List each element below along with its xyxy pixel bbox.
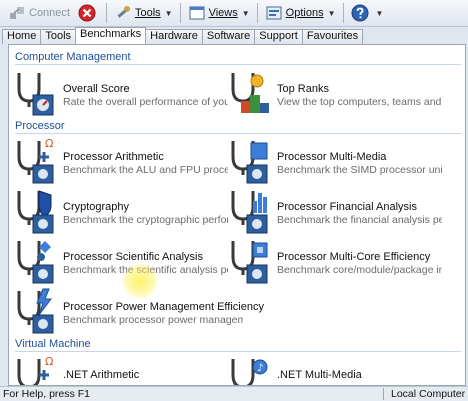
stethoscope-ranks-icon bbox=[231, 73, 269, 113]
stethoscope-gauge-icon bbox=[17, 73, 54, 116]
tab-benchmarks[interactable]: Benchmarks bbox=[75, 27, 147, 44]
benchmark-item-overall-score[interactable]: Overall Score Rate the overall performan… bbox=[13, 69, 228, 117]
options-label: Options bbox=[285, 7, 324, 19]
item-title: Processor Financial Analysis bbox=[277, 201, 418, 213]
tab-software[interactable]: Software bbox=[201, 29, 256, 44]
tools-label: Tools bbox=[134, 7, 161, 19]
svg-text:♪: ♪ bbox=[257, 363, 263, 374]
connect-button[interactable]: Connect bbox=[4, 2, 74, 24]
item-description: Rate the overall performance of your co.… bbox=[63, 96, 228, 108]
item-title: Processor Multi-Core Efficiency bbox=[277, 251, 431, 263]
stethoscope-multicore-icon bbox=[231, 241, 268, 284]
benchmark-item-net-multimedia[interactable]: ♪ .NET Multi-Media bbox=[227, 355, 442, 385]
chevron-down-icon: ▼ bbox=[375, 8, 384, 18]
pointer-highlight bbox=[122, 263, 158, 299]
tab-hardware[interactable]: Hardware bbox=[145, 29, 203, 44]
tab-favourites[interactable]: Favourites bbox=[301, 29, 364, 44]
tab-support[interactable]: Support bbox=[254, 29, 303, 44]
item-title: Cryptography bbox=[63, 201, 130, 213]
stethoscope-scientific-icon bbox=[17, 241, 54, 284]
toolbar-separator bbox=[179, 3, 181, 23]
benchmark-item-cryptography[interactable]: Cryptography Benchmark the cryptographic… bbox=[13, 187, 228, 235]
chevron-down-icon: ▼ bbox=[327, 8, 336, 18]
stethoscope-net-arithmetic-icon: Ω bbox=[17, 355, 53, 385]
help-menu-button[interactable]: ▼ bbox=[347, 2, 388, 24]
stethoscope-net-multimedia-icon: ♪ bbox=[231, 359, 268, 385]
section-divider bbox=[15, 351, 461, 352]
item-description: Benchmark core/module/package inter... bbox=[277, 264, 442, 276]
stethoscope-arithmetic-icon: Ω bbox=[17, 137, 54, 184]
tab-bar: Home Tools Benchmarks Hardware Software … bbox=[0, 27, 468, 44]
tab-tools[interactable]: Tools bbox=[40, 29, 77, 44]
tools-menu-button[interactable]: Tools ▼ bbox=[110, 2, 177, 24]
section-divider bbox=[15, 64, 461, 65]
item-title: Processor Power Management Efficiency bbox=[63, 301, 264, 313]
item-title: .NET Multi-Media bbox=[277, 369, 362, 381]
views-menu-button[interactable]: Views ▼ bbox=[184, 2, 254, 24]
item-description: Benchmark processor power managem... bbox=[63, 314, 243, 326]
item-description: Benchmark the SIMD processor units bbox=[277, 164, 442, 176]
benchmark-item-processor-multicore-efficiency[interactable]: Processor Multi-Core Efficiency Benchmar… bbox=[227, 237, 442, 285]
stethoscope-financial-icon bbox=[231, 191, 268, 234]
item-description: Benchmark the financial analysis perfo..… bbox=[277, 214, 442, 226]
views-icon bbox=[189, 6, 205, 20]
connect-icon bbox=[10, 7, 24, 19]
svg-text:Ω: Ω bbox=[45, 137, 53, 150]
disconnect-button[interactable] bbox=[74, 2, 103, 24]
item-description: Benchmark the cryptographic performa... bbox=[63, 214, 228, 226]
close-circle-icon bbox=[78, 4, 96, 22]
benchmark-item-top-ranks[interactable]: Top Ranks View the top computers, teams … bbox=[227, 69, 442, 117]
toolbar-separator bbox=[256, 3, 258, 23]
options-menu-button[interactable]: Options ▼ bbox=[261, 2, 340, 24]
connect-label: Connect bbox=[29, 7, 70, 19]
section-title-processor: Processor bbox=[15, 120, 65, 132]
item-title: Processor Arithmetic bbox=[63, 151, 164, 163]
item-title: Processor Multi-Media bbox=[277, 151, 387, 163]
benchmark-item-processor-financial-analysis[interactable]: Processor Financial Analysis Benchmark t… bbox=[227, 187, 442, 235]
item-description: Benchmark the ALU and FPU processor ... bbox=[63, 164, 228, 176]
views-label: Views bbox=[208, 7, 238, 19]
svg-text:Ω: Ω bbox=[45, 355, 53, 368]
status-help-text: For Help, press F1 bbox=[3, 388, 90, 400]
benchmark-item-net-arithmetic[interactable]: Ω .NET Arithmetic bbox=[13, 355, 228, 385]
stethoscope-multimedia-icon bbox=[231, 141, 268, 184]
item-title: Top Ranks bbox=[277, 83, 329, 95]
stethoscope-shield-icon bbox=[17, 190, 54, 234]
toolbar: Connect Tools ▼ Views ▼ Options ▼ ▼ bbox=[0, 0, 468, 27]
status-connection-text: Local Computer bbox=[391, 388, 466, 400]
benchmark-item-processor-multimedia[interactable]: Processor Multi-Media Benchmark the SIMD… bbox=[227, 137, 442, 185]
section-title-computer-management: Computer Management bbox=[15, 51, 131, 63]
toolbar-separator bbox=[342, 3, 344, 23]
tab-home[interactable]: Home bbox=[2, 29, 42, 44]
section-title-virtual-machine: Virtual Machine bbox=[15, 338, 91, 350]
benchmark-item-processor-scientific-analysis[interactable]: Processor Scientific Analysis Benchmark … bbox=[13, 237, 228, 285]
stethoscope-power-icon bbox=[17, 288, 54, 334]
item-title: .NET Arithmetic bbox=[63, 369, 140, 381]
benchmark-item-processor-arithmetic[interactable]: Ω Processor Arithmetic Benchmark the ALU… bbox=[13, 137, 228, 185]
chevron-down-icon: ▼ bbox=[164, 8, 173, 18]
status-bar: For Help, press F1 Local Computer bbox=[0, 386, 468, 401]
status-divider bbox=[383, 388, 384, 400]
options-icon bbox=[266, 6, 282, 20]
item-title: Processor Scientific Analysis bbox=[63, 251, 203, 263]
help-icon bbox=[351, 4, 369, 22]
section-divider bbox=[15, 133, 461, 134]
benchmarks-panel: Computer Management Overall Score Rate t… bbox=[8, 44, 466, 386]
toolbar-separator bbox=[105, 3, 107, 23]
chevron-down-icon: ▼ bbox=[241, 8, 250, 18]
item-title: Overall Score bbox=[63, 83, 130, 95]
item-description: View the top computers, teams and users bbox=[277, 96, 442, 108]
tools-icon bbox=[117, 6, 130, 18]
